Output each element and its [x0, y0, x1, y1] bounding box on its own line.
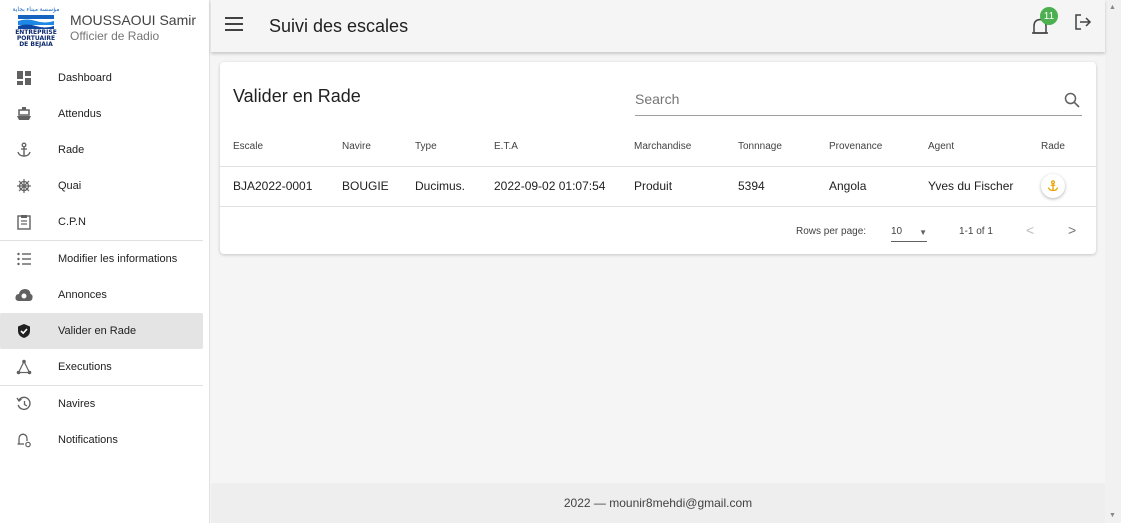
dropdown-arrow-icon: ▼ [919, 228, 927, 237]
sidebar-item-dashboard[interactable]: Dashboard [0, 60, 203, 96]
rows-per-page-value: 10 [891, 226, 903, 237]
column-header[interactable]: Provenance [829, 128, 928, 167]
logo-wave-icon [18, 14, 54, 29]
sidebar-item-attendus[interactable]: Attendus [0, 96, 203, 132]
sidebar-item-label: Dashboard [58, 72, 112, 84]
dashboard-icon [6, 70, 42, 86]
search-field [635, 84, 1082, 116]
table-header-row: Escale Navire Type E.T.A Marchandise Ton… [220, 128, 1096, 167]
bell-settings-icon [6, 432, 42, 448]
column-header[interactable]: Escale [220, 128, 342, 167]
sidebar-item-label: Attendus [58, 108, 102, 120]
pagination-range: 1-1 of 1 [959, 226, 993, 237]
sidebar-item-navires[interactable]: Navires [0, 386, 203, 422]
column-header[interactable]: E.T.A [494, 128, 634, 167]
company-logo: مؤسسة ميناء بجاية ENTREPRISE PORTUAIRE D… [10, 3, 62, 51]
column-header[interactable]: Navire [342, 128, 415, 167]
sidebar-item-label: Annonces [58, 289, 107, 301]
notifications-button[interactable]: 11 [1031, 7, 1059, 38]
sidebar-item-label: Valider en Rade [58, 325, 137, 337]
escales-table: Escale Navire Type E.T.A Marchandise Ton… [220, 128, 1096, 207]
cell-type: Ducimus. [415, 166, 494, 207]
sidebar-item-valider-en-rade[interactable]: Valider en Rade [0, 313, 203, 349]
notification-badge: 11 [1040, 7, 1058, 25]
chevron-right-icon[interactable]: > [1068, 222, 1076, 238]
menu-icon[interactable] [225, 16, 245, 36]
sidebar-item-annonces[interactable]: Annonces [0, 277, 203, 313]
top-actions: 11 [1031, 7, 1093, 38]
table-row[interactable]: BJA2022-0001 BOUGIE Ducimus. 2022-09-02 … [220, 166, 1096, 207]
user-info: MOUSSAOUI Samir Officier de Radio [70, 12, 196, 43]
page-title: Suivi des escales [269, 15, 409, 36]
search-input[interactable] [635, 84, 1035, 114]
cell-navire: BOUGIE [342, 166, 415, 207]
cell-eta: 2022-09-02 01:07:54 [494, 166, 634, 207]
sidebar-item-quai[interactable]: Quai [0, 168, 203, 204]
sidebar-item-label: Quai [58, 180, 82, 192]
logout-icon[interactable] [1073, 12, 1093, 37]
cell-tonnage: 5394 [738, 166, 829, 207]
anchor-icon [1047, 180, 1059, 192]
column-header[interactable]: Type [415, 128, 494, 167]
footer: 2022 — mounir8mehdi@gmail.com [211, 483, 1105, 523]
list-icon [6, 251, 42, 267]
sidebar-item-label: Navires [58, 398, 96, 410]
scroll-down-icon[interactable]: ▼ [1109, 512, 1116, 519]
column-header[interactable]: Tonnnage [738, 128, 829, 167]
sidebar-nav: Dashboard Attendus Rade Quai C.P.N Modif… [0, 60, 209, 458]
sidebar: مؤسسة ميناء بجاية ENTREPRISE PORTUAIRE D… [0, 0, 210, 523]
column-header[interactable]: Marchandise [634, 128, 738, 167]
column-header[interactable]: Agent [928, 128, 1041, 167]
sidebar-item-label: Executions [58, 361, 112, 373]
sidebar-item-cpn[interactable]: C.P.N [0, 204, 203, 240]
sidebar-item-label: Rade [58, 144, 85, 156]
sidebar-item-label: Notifications [58, 434, 118, 446]
cell-rade [1041, 166, 1096, 207]
helm-icon [6, 178, 42, 194]
cloud-icon [6, 288, 42, 302]
page-scrollbar[interactable]: ▲ ▼ [1105, 0, 1121, 523]
sidebar-item-notifications[interactable]: Notifications [0, 422, 203, 458]
cell-escale: BJA2022-0001 [220, 166, 342, 207]
logo-line-3: DE BEJAIA [19, 40, 53, 48]
sidebar-item-executions[interactable]: Executions [0, 349, 203, 385]
logo-arabic-text: مؤسسة ميناء بجاية [12, 6, 60, 13]
verified-icon [6, 323, 42, 339]
scroll-up-icon[interactable]: ▲ [1109, 4, 1116, 11]
profile-header: مؤسسة ميناء بجاية ENTREPRISE PORTUAIRE D… [0, 0, 209, 54]
history-icon [6, 396, 42, 412]
top-app-bar: Suivi des escales 11 [211, 0, 1105, 52]
search-icon[interactable] [1064, 92, 1080, 113]
table-pagination: Rows per page: 10 ▼ 1-1 of 1 < > [220, 214, 1096, 250]
network-icon [6, 359, 42, 375]
sidebar-item-rade[interactable]: Rade [0, 132, 203, 168]
user-role: Officier de Radio [70, 28, 160, 43]
valider-rade-button[interactable] [1041, 174, 1065, 198]
cell-provenance: Angola [829, 166, 928, 207]
cell-agent: Yves du Fischer [928, 166, 1041, 207]
anchor-icon [6, 142, 42, 158]
clipboard-icon [6, 214, 42, 230]
footer-text: 2022 — mounir8mehdi@gmail.com [563, 496, 753, 510]
rows-per-page-label: Rows per page: [796, 226, 867, 237]
column-header[interactable]: Rade [1041, 128, 1096, 167]
chevron-left-icon[interactable]: < [1026, 222, 1034, 238]
card-title: Valider en Rade [233, 86, 361, 106]
sidebar-item-modifier[interactable]: Modifier les informations [0, 241, 203, 277]
sidebar-item-label: C.P.N [58, 216, 86, 228]
user-name: MOUSSAOUI Samir [70, 11, 197, 28]
valider-en-rade-card: Valider en Rade Escale Navire Type E.T.A… [220, 62, 1096, 254]
ship-icon [6, 106, 42, 122]
rows-per-page-select[interactable]: 10 ▼ [891, 222, 927, 242]
cell-marchandise: Produit [634, 166, 738, 207]
sidebar-item-label: Modifier les informations [58, 253, 178, 265]
